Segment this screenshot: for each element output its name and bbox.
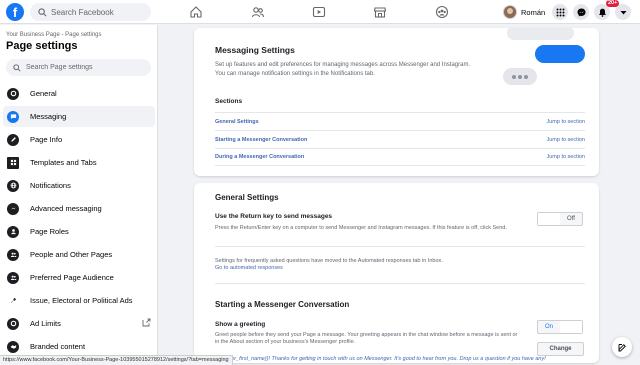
sidebar-item-label: Page Roles bbox=[30, 227, 69, 236]
messaging-settings-description-1: Set up features and edit preferences for… bbox=[215, 62, 471, 68]
messaging-settings-card: Messaging Settings Set up features and e… bbox=[194, 28, 599, 176]
page-title: Page settings bbox=[6, 40, 78, 52]
friends-icon[interactable] bbox=[251, 5, 265, 19]
section-row-starting-conversation[interactable]: Starting a Messenger Conversation Jump t… bbox=[215, 130, 585, 148]
starting-conversation-title: Starting a Messenger Conversation bbox=[215, 300, 350, 309]
sidebar-item-page-roles[interactable]: Page Roles bbox=[3, 221, 155, 242]
people-icon bbox=[7, 271, 19, 284]
pencil-icon bbox=[7, 133, 19, 146]
home-icon[interactable] bbox=[189, 5, 203, 19]
profile-name: Román bbox=[521, 7, 546, 17]
section-row-during-conversation[interactable]: During a Messenger Conversation Jump to … bbox=[215, 148, 585, 166]
wrench-icon bbox=[7, 295, 19, 307]
gear-icon bbox=[7, 87, 19, 100]
messaging-settings-title: Messaging Settings bbox=[215, 45, 295, 55]
sidebar-item-label: General bbox=[30, 89, 57, 98]
sidebar-item-label: Issue, Electoral or Political Ads bbox=[30, 296, 133, 305]
show-greeting-toggle[interactable]: On bbox=[537, 320, 583, 334]
general-settings-card: General Settings Use the Return key to s… bbox=[194, 183, 599, 363]
globe-icon bbox=[7, 179, 19, 192]
sidebar-item-label: People and Other Pages bbox=[30, 250, 113, 259]
sidebar-item-label: Notifications bbox=[30, 181, 71, 190]
external-link-icon[interactable] bbox=[142, 318, 151, 327]
greeting-preview: Hi {{user_first_name}}! Thanks for getti… bbox=[215, 356, 546, 362]
watch-icon[interactable] bbox=[312, 5, 326, 19]
breadcrumb[interactable]: Your Business Page - Page settings bbox=[6, 32, 102, 38]
settings-sidebar: Your Business Page - Page settings Page … bbox=[0, 25, 158, 365]
section-link[interactable]: Starting a Messenger Conversation bbox=[215, 137, 307, 143]
sidebar-item-label: Preferred Page Audience bbox=[30, 273, 114, 282]
greeting-description-1: Greet people before they send your Page … bbox=[215, 332, 518, 338]
illustration-typing-dots bbox=[503, 68, 537, 85]
sidebar-item-label: Advanced messaging bbox=[30, 204, 102, 213]
change-greeting-button[interactable]: Change bbox=[537, 342, 584, 356]
jump-to-section-link[interactable]: Jump to section bbox=[546, 154, 585, 160]
top-navigation-bar: f Román 20+ bbox=[0, 0, 640, 24]
illustration-grey-bubble bbox=[507, 28, 574, 40]
person-icon bbox=[7, 225, 19, 238]
messenger-icon[interactable] bbox=[573, 4, 589, 20]
avatar bbox=[503, 5, 517, 19]
messenger-icon bbox=[7, 202, 19, 215]
grid-icon bbox=[7, 156, 19, 169]
sidebar-item-label: Branded content bbox=[30, 342, 86, 351]
sidebar-item-page-info[interactable]: Page Info bbox=[3, 129, 155, 150]
divider bbox=[215, 283, 585, 284]
sidebar-item-branded-content[interactable]: Branded content bbox=[3, 336, 155, 357]
jump-to-section-link[interactable]: Jump to section bbox=[546, 119, 585, 125]
sidebar-item-notifications[interactable]: Notifications bbox=[3, 175, 155, 196]
section-link[interactable]: During a Messenger Conversation bbox=[215, 154, 304, 160]
jump-to-section-link[interactable]: Jump to section bbox=[546, 137, 585, 143]
account-chevron-down-icon[interactable] bbox=[615, 4, 631, 20]
compose-icon bbox=[618, 343, 626, 351]
messaging-settings-description-2: You can manage notification settings in … bbox=[215, 71, 375, 77]
handshake-icon bbox=[7, 340, 19, 353]
settings-search-input[interactable] bbox=[26, 64, 146, 71]
sidebar-item-label: Ad Limits bbox=[30, 319, 61, 328]
chat-bubble-icon bbox=[7, 110, 19, 123]
sidebar-item-people-and-other-pages[interactable]: People and Other Pages bbox=[3, 244, 155, 265]
sidebar-item-label: Templates and Tabs bbox=[30, 158, 97, 167]
browser-status-url: https://www.facebook.com/Your-Business-P… bbox=[0, 355, 233, 365]
return-key-label: Use the Return key to send messages bbox=[215, 213, 333, 220]
menu-grid-icon[interactable] bbox=[552, 4, 568, 20]
search-input[interactable] bbox=[51, 7, 151, 17]
page-settings-search[interactable] bbox=[6, 59, 151, 76]
general-settings-title: General Settings bbox=[215, 193, 279, 202]
new-message-button[interactable] bbox=[612, 337, 632, 357]
sidebar-item-advanced-messaging[interactable]: Advanced messaging bbox=[3, 198, 155, 219]
sidebar-item-ad-limits[interactable]: Ad Limits bbox=[3, 313, 155, 334]
section-row-general-settings[interactable]: General Settings Jump to section bbox=[215, 112, 585, 130]
search-icon bbox=[38, 7, 47, 16]
sections-label: Sections bbox=[215, 98, 243, 105]
groups-icon[interactable] bbox=[435, 5, 449, 19]
people-icon bbox=[7, 248, 19, 261]
show-greeting-label: Show a greeting bbox=[215, 321, 266, 328]
sidebar-item-issue-electoral-political-ads[interactable]: Issue, Electoral or Political Ads bbox=[3, 290, 155, 311]
facebook-logo-icon[interactable]: f bbox=[6, 3, 24, 21]
go-to-automated-responses-link[interactable]: Go to automated responses bbox=[215, 265, 283, 271]
toggle-state-label: On bbox=[544, 324, 553, 330]
greeting-description-2: in the About section of your business's … bbox=[215, 339, 356, 345]
illustration-blue-bubble bbox=[535, 45, 585, 63]
facebook-search[interactable] bbox=[30, 3, 151, 21]
search-icon bbox=[13, 63, 21, 72]
sidebar-item-preferred-page-audience[interactable]: Preferred Page Audience bbox=[3, 267, 155, 288]
marketplace-icon[interactable] bbox=[373, 5, 387, 19]
divider bbox=[215, 246, 585, 247]
sidebar-item-label: Messaging bbox=[30, 112, 67, 121]
sidebar-item-general[interactable]: General bbox=[3, 83, 155, 104]
profile-shortcut[interactable]: Román bbox=[503, 4, 545, 20]
section-link[interactable]: General Settings bbox=[215, 119, 259, 125]
sidebar-item-label: Page Info bbox=[30, 135, 63, 144]
return-key-description: Press the Return/Enter key on a computer… bbox=[215, 225, 507, 231]
gear-icon bbox=[7, 317, 19, 330]
sidebar-item-templates-and-tabs[interactable]: Templates and Tabs bbox=[3, 152, 155, 173]
return-key-toggle[interactable]: Off bbox=[537, 212, 583, 226]
toggle-state-label: Off bbox=[567, 216, 575, 222]
sidebar-item-messaging[interactable]: Messaging bbox=[3, 106, 155, 127]
